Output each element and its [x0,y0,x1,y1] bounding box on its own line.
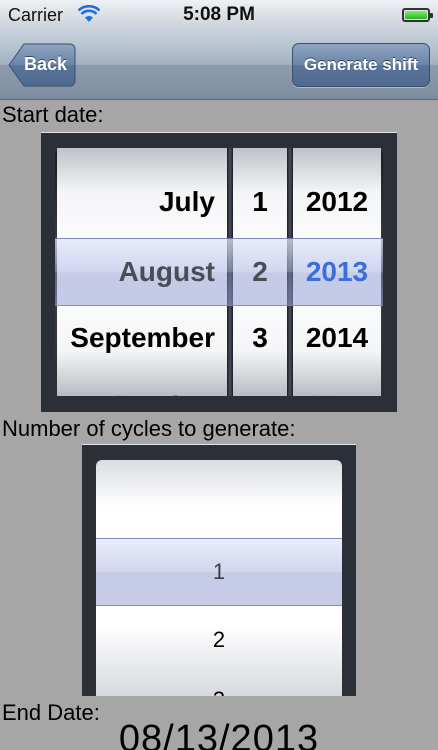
battery-icon [402,8,433,22]
cycles-label: Number of cycles to generate: [2,416,296,441]
day-below-ghost: 4 [233,372,287,396]
year-selected[interactable]: 2013 [293,238,381,306]
cycles-picker[interactable]: 2 3 1 [82,444,356,696]
year-below-ghost: 2015 [293,372,381,396]
month-below[interactable]: September [57,304,227,372]
back-label: Back [24,54,68,74]
status-bar: Carrier 5:08 PM [0,0,438,30]
month-above-ghost: June [57,148,227,168]
cycles-selected[interactable]: 1 [96,542,342,602]
day-below[interactable]: 3 [233,304,287,372]
cycles-below[interactable]: 2 [96,610,342,670]
year-above[interactable]: 2012 [293,168,381,236]
cycles-below-ghost[interactable]: 3 [96,670,342,696]
generate-shift-button[interactable]: Generate shift [292,43,430,87]
back-button[interactable]: Back [8,43,76,87]
month-selected[interactable]: August [57,238,215,306]
cycles-above [96,480,342,540]
navigation-bar: Back Generate shift [0,30,438,100]
year-below[interactable]: 2014 [293,304,381,372]
end-date-value: 08/13/2013 [118,718,320,750]
start-date-picker[interactable]: June July September October 31 1 3 4 201… [41,132,397,412]
year-above-ghost: 2011 [293,148,381,168]
day-selected[interactable]: 2 [233,238,287,306]
day-above-ghost: 31 [233,148,287,168]
start-date-label: Start date: [2,102,104,127]
clock: 5:08 PM [183,4,255,25]
month-below-ghost: October [57,372,227,396]
month-above[interactable]: July [57,168,227,236]
day-above[interactable]: 1 [233,168,287,236]
